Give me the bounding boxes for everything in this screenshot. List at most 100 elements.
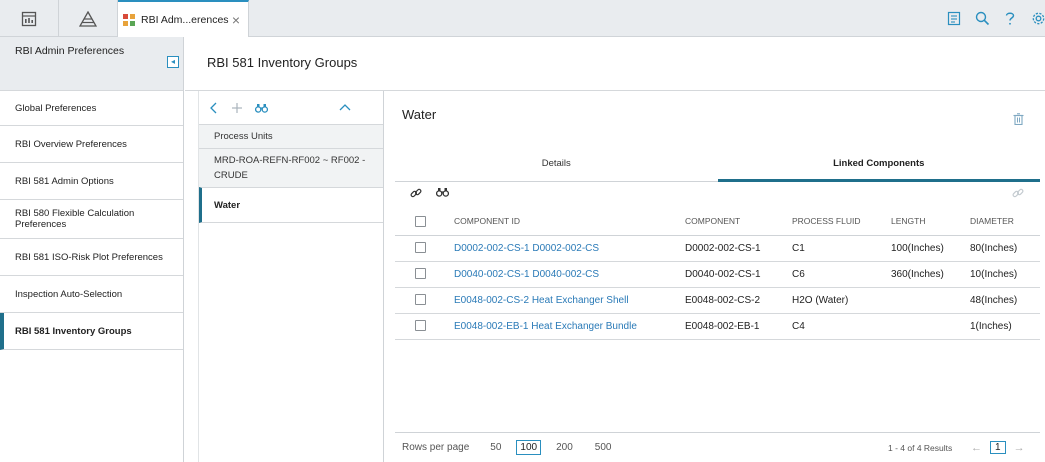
row-checkbox[interactable]: [415, 320, 426, 332]
grid-toolbar: [410, 187, 463, 202]
help-button[interactable]: [1001, 9, 1019, 27]
find-component-button[interactable]: [435, 187, 450, 202]
hierarchy-button[interactable]: [59, 0, 118, 37]
back-button[interactable]: [209, 102, 219, 114]
search-button[interactable]: [973, 9, 991, 27]
chevron-up-icon: [339, 104, 351, 111]
tab-linked-components[interactable]: Linked Components: [717, 146, 1041, 182]
pyramid-icon: [79, 10, 97, 27]
close-tab-icon[interactable]: ×: [232, 12, 240, 28]
column-header-diameter[interactable]: DIAMETER: [970, 208, 1040, 236]
nav-item-rbi-overview-preferences[interactable]: RBI Overview Preferences: [0, 126, 183, 163]
collapse-icon[interactable]: ◂: [167, 56, 179, 68]
column-header-length[interactable]: LENGTH: [891, 208, 970, 236]
gear-icon: [1032, 12, 1044, 24]
component-cell: D0040-002-CS-1: [685, 261, 792, 288]
rows-option-200[interactable]: 200: [553, 441, 576, 454]
table-row: D0002-002-CS-1 D0002-002-CS D0002-002-CS…: [395, 235, 1040, 262]
left-navigation: RBI Admin Preferences ◂ Global Preferenc…: [0, 37, 184, 462]
pager: ← 1 →: [971, 441, 1025, 454]
column-header-component[interactable]: COMPONENT: [685, 208, 792, 236]
table-row: E0048-002-EB-1 Heat Exchanger Bundle E00…: [395, 313, 1040, 340]
trash-icon: [1013, 113, 1024, 126]
table-header-row: COMPONENT ID COMPONENT PROCESS FLUID LEN…: [395, 208, 1040, 236]
plus-icon: [232, 102, 242, 113]
table-row: D0040-002-CS-1 D0040-002-CS D0040-002-CS…: [395, 261, 1040, 288]
length-cell: 100(Inches): [891, 235, 970, 262]
tree-item-crude-unit[interactable]: MRD-ROA-REFN-RF002 ~ RF002 - CRUDE: [199, 148, 383, 187]
add-button[interactable]: [231, 102, 243, 114]
left-nav-title: RBI Admin Preferences: [15, 45, 125, 57]
row-select-cell: [395, 287, 454, 314]
tree-item-water[interactable]: Water: [199, 187, 383, 223]
group-title: Water: [402, 107, 437, 122]
select-all-checkbox[interactable]: [415, 215, 426, 227]
nav-item-global-preferences[interactable]: Global Preferences: [0, 91, 183, 126]
length-cell: [891, 287, 970, 314]
help-icon: [1005, 12, 1015, 25]
next-page-icon[interactable]: →: [1014, 442, 1025, 454]
diameter-cell: 10(Inches): [970, 261, 1040, 288]
component-cell: E0048-002-CS-2: [685, 287, 792, 314]
diameter-cell: 1(Inches): [970, 313, 1040, 340]
table-row: E0048-002-CS-2 Heat Exchanger Shell E004…: [395, 287, 1040, 314]
nav-item-rbi-580-flexible-calculation[interactable]: RBI 580 Flexible Calculation Preferences: [0, 200, 183, 239]
inventory-group-tree: Process Units MRD-ROA-REFN-RF002 ~ RF002…: [198, 91, 384, 462]
rows-option-100[interactable]: 100: [516, 440, 542, 455]
rbi-app-icon: [123, 13, 135, 26]
diameter-cell: 80(Inches): [970, 235, 1040, 262]
rows-option-50[interactable]: 50: [487, 441, 504, 454]
length-cell: 360(Inches): [891, 261, 970, 288]
tree-toolbar: [199, 91, 383, 124]
page-number-input[interactable]: 1: [990, 441, 1006, 454]
column-header-component-id[interactable]: COMPONENT ID: [454, 208, 685, 236]
length-cell: [891, 313, 970, 340]
search-icon: [975, 11, 989, 25]
nav-item-rbi-581-inventory-groups[interactable]: RBI 581 Inventory Groups: [0, 313, 183, 350]
nav-item-rbi-581-admin-options[interactable]: RBI 581 Admin Options: [0, 163, 183, 200]
process-fluid-cell: C1: [792, 235, 891, 262]
link-button[interactable]: [410, 187, 422, 202]
tab-details[interactable]: Details: [395, 146, 718, 181]
component-id-link[interactable]: D0002-002-CS-1 D0002-002-CS: [454, 243, 599, 254]
binoculars-icon: [435, 188, 450, 197]
left-nav-header: RBI Admin Preferences ◂: [0, 37, 183, 91]
results-summary: 1 - 4 of 4 Results: [888, 442, 953, 453]
row-checkbox[interactable]: [415, 294, 426, 306]
process-fluid-cell: C4: [792, 313, 891, 340]
top-bar: RBI Adm...erences ×: [0, 0, 1045, 37]
column-header-process-fluid[interactable]: PROCESS FLUID: [792, 208, 891, 236]
dashboard-button[interactable]: [0, 0, 59, 37]
settings-button[interactable]: [1029, 9, 1045, 27]
delete-button[interactable]: [1013, 113, 1024, 128]
component-cell: D0002-002-CS-1: [685, 235, 792, 262]
process-fluid-cell: C6: [792, 261, 891, 288]
nav-item-inspection-auto-selection[interactable]: Inspection Auto-Selection: [0, 276, 183, 313]
nav-item-rbi-581-iso-risk-plot[interactable]: RBI 581 ISO-Risk Plot Preferences: [0, 239, 183, 276]
unlink-button[interactable]: [1012, 187, 1024, 202]
row-select-cell: [395, 235, 454, 262]
linked-components-table: COMPONENT ID COMPONENT PROCESS FLUID LEN…: [395, 208, 1040, 340]
pagination-footer: Rows per page 50 100 200 500 1 - 4 of 4 …: [395, 432, 1040, 462]
row-checkbox[interactable]: [415, 242, 426, 254]
clipboard-list-icon: [947, 11, 961, 25]
component-id-link[interactable]: D0040-002-CS-1 D0040-002-CS: [454, 269, 599, 280]
dashboard-icon: [21, 11, 37, 26]
find-button[interactable]: [255, 103, 268, 113]
prev-page-icon[interactable]: ←: [971, 442, 982, 454]
row-checkbox[interactable]: [415, 268, 426, 280]
unlink-icon: [1012, 188, 1024, 198]
collapse-tree-button[interactable]: [339, 102, 351, 114]
policy-button[interactable]: [945, 9, 963, 27]
row-select-cell: [395, 261, 454, 288]
rows-option-500[interactable]: 500: [592, 441, 615, 454]
chevron-left-icon: [210, 102, 217, 113]
detail-tabs: Details Linked Components: [395, 146, 1040, 182]
tab-label: RBI Adm...erences: [141, 13, 229, 26]
tab-rbi-admin-preferences[interactable]: RBI Adm...erences ×: [118, 0, 249, 37]
link-icon: [410, 188, 422, 198]
diameter-cell: 48(Inches): [970, 287, 1040, 314]
tree-item-process-units[interactable]: Process Units: [199, 124, 383, 148]
component-id-link[interactable]: E0048-002-EB-1 Heat Exchanger Bundle: [454, 321, 637, 332]
component-id-link[interactable]: E0048-002-CS-2 Heat Exchanger Shell: [454, 295, 629, 306]
